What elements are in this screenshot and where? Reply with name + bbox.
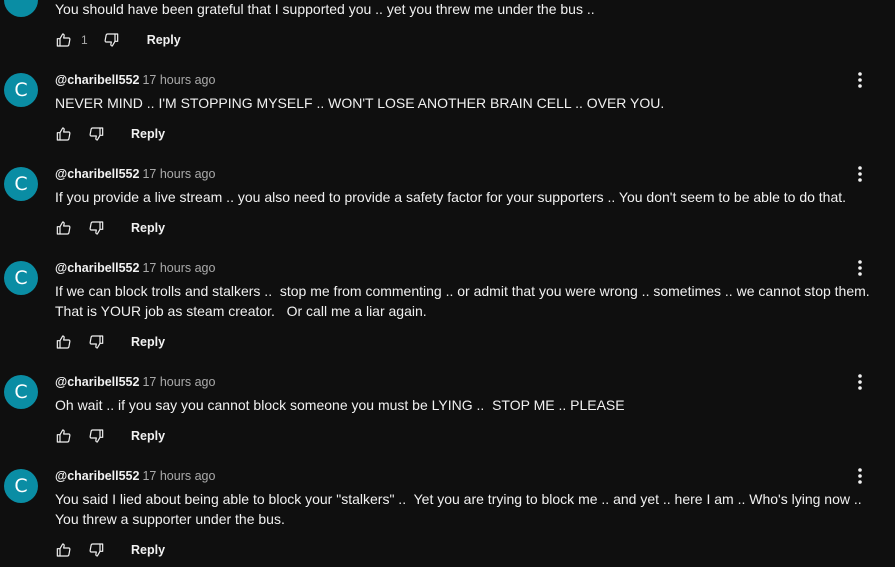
thumbs-down-icon [104,33,118,47]
reply-button[interactable]: Reply [131,335,165,349]
comment-actions: 1 Reply [55,30,181,50]
timestamp[interactable]: 17 hours ago [142,167,215,181]
author-name[interactable]: @charibell552 [55,261,139,275]
comment-thread: You should have been grateful that I sup… [0,0,895,567]
more-actions-button[interactable] [851,259,869,277]
reply-button[interactable]: Reply [131,543,165,557]
like-button[interactable] [55,125,73,143]
reply-button[interactable]: Reply [147,33,181,47]
dislike-button[interactable] [87,219,105,237]
comment-header: @charibell552 17 hours ago [55,374,215,390]
more-actions-button[interactable] [851,71,869,89]
author-name[interactable]: @charibell552 [55,73,139,87]
more-actions-button[interactable] [851,165,869,183]
like-button[interactable] [55,31,73,49]
thumbs-up-icon [56,127,71,141]
comment-text: If you provide a live stream .. you also… [55,189,847,205]
like-button[interactable] [55,333,73,351]
comment-actions: Reply [55,332,165,352]
timestamp[interactable]: 17 hours ago [142,469,215,483]
like-button[interactable] [55,427,73,445]
comment-header: @charibell552 17 hours ago [55,72,215,88]
like-button[interactable] [55,219,73,237]
comment-actions: Reply [55,540,165,560]
comment-text: If we can block trolls and stalkers .. s… [55,283,870,319]
avatar[interactable] [4,0,38,17]
thumbs-down-icon [89,221,104,235]
comment-text: NEVER MIND .. I'M STOPPING MYSELF .. WON… [55,95,665,111]
thumbs-down-icon [89,335,104,349]
more-vertical-icon [858,166,862,182]
thumbs-up-icon [56,33,71,47]
more-vertical-icon [858,260,862,276]
timestamp[interactable]: 17 hours ago [142,73,215,87]
dislike-button[interactable] [87,333,105,351]
avatar[interactable]: C [4,375,38,409]
timestamp[interactable]: 17 hours ago [142,375,215,389]
avatar[interactable]: C [4,261,38,295]
reply-button[interactable]: Reply [131,429,165,443]
like-button[interactable] [55,541,73,559]
avatar[interactable]: C [4,167,38,201]
comment-text: You should have been grateful that I sup… [55,1,595,17]
comment-header: @charibell552 17 hours ago [55,260,215,276]
comment-actions: Reply [55,124,165,144]
like-count: 1 [81,33,88,47]
more-vertical-icon [858,468,862,484]
avatar[interactable]: C [4,469,38,503]
more-vertical-icon [858,374,862,390]
thumbs-up-icon [56,221,71,235]
comment-actions: Reply [55,218,165,238]
thumbs-up-icon [56,335,71,349]
comment-actions: Reply [55,426,165,446]
comment-header: @charibell552 17 hours ago [55,166,215,182]
reply-button[interactable]: Reply [131,127,165,141]
more-vertical-icon [858,72,862,88]
author-name[interactable]: @charibell552 [55,375,139,389]
avatar[interactable]: C [4,73,38,107]
more-actions-button[interactable] [851,373,869,391]
timestamp[interactable]: 17 hours ago [142,261,215,275]
dislike-button[interactable] [87,427,105,445]
dislike-button[interactable] [102,31,120,49]
more-actions-button[interactable] [851,467,869,485]
comment-text: You said I lied about being able to bloc… [55,491,866,527]
thumbs-up-icon [56,543,71,557]
thumbs-down-icon [89,127,104,141]
comment-text: Oh wait .. if you say you cannot block s… [55,397,625,413]
author-name[interactable]: @charibell552 [55,469,139,483]
thumbs-down-icon [89,429,104,443]
dislike-button[interactable] [87,541,105,559]
reply-button[interactable]: Reply [131,221,165,235]
thumbs-down-icon [89,543,104,557]
thumbs-up-icon [56,429,71,443]
comment-header: @charibell552 17 hours ago [55,468,215,484]
author-name[interactable]: @charibell552 [55,167,139,181]
dislike-button[interactable] [87,125,105,143]
